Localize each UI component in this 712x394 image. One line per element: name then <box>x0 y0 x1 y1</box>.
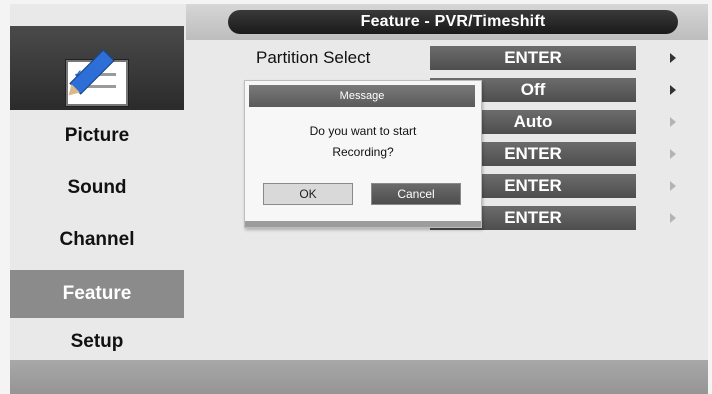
sidebar-item-channel[interactable]: Channel <box>10 216 184 264</box>
right-arrow-icon[interactable] <box>670 213 676 223</box>
sidebar-item-sound[interactable]: Sound <box>10 164 184 212</box>
category-icon-panel: ✓ ✓ <box>10 26 184 110</box>
partition-select-enter-button[interactable]: ENTER <box>430 46 636 70</box>
page-title: Feature - PVR/Timeshift <box>228 10 678 34</box>
row-label: Partition Select <box>256 48 371 67</box>
sidebar-item-feature[interactable]: Feature <box>10 270 184 318</box>
dialog-message-line2: Recording? <box>332 145 394 159</box>
dialog-footer <box>245 221 481 227</box>
sidebar-item-setup[interactable]: Setup <box>10 318 184 366</box>
bottom-bar <box>10 360 708 394</box>
dialog-title: Message <box>249 85 475 107</box>
dialog-message: Do you want to start Recording? <box>255 121 471 163</box>
right-arrow-icon[interactable] <box>670 85 676 95</box>
message-dialog: Message Do you want to start Recording? … <box>244 80 482 228</box>
sidebar: ✓ ✓ Picture Sound Channel Feature Setup <box>10 4 184 360</box>
right-arrow-icon[interactable] <box>670 149 676 159</box>
ok-button[interactable]: OK <box>263 183 353 205</box>
right-arrow-icon[interactable] <box>670 181 676 191</box>
cancel-button[interactable]: Cancel <box>371 183 461 205</box>
feature-row-partition-select[interactable]: Partition Select ENTER <box>186 46 708 70</box>
right-arrow-icon[interactable] <box>670 117 676 127</box>
sidebar-item-picture[interactable]: Picture <box>10 112 184 160</box>
right-arrow-icon[interactable] <box>670 53 676 63</box>
dialog-message-line1: Do you want to start <box>309 124 417 138</box>
